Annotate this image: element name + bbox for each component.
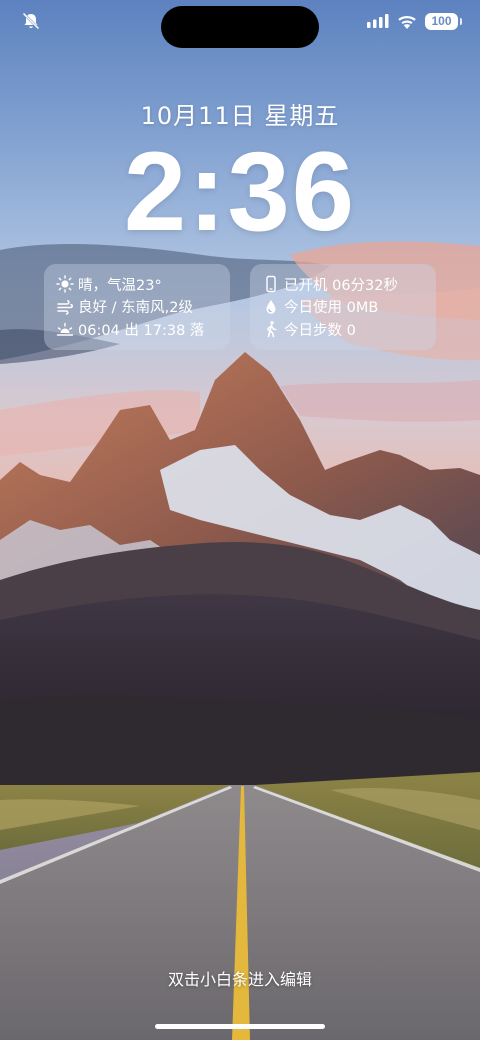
uptime-text: 已开机 06分32秒 (284, 277, 399, 294)
dynamic-island (161, 6, 319, 48)
home-indicator-bar[interactable] (155, 1024, 325, 1029)
weather-widget[interactable]: 晴，气温23° 良好 / 东南风,2级 06:04 出 17:38 落 (44, 264, 230, 350)
cellular-signal-icon (367, 14, 389, 28)
uptime-row: 已开机 06分32秒 (262, 273, 426, 296)
walking-icon (267, 321, 277, 338)
wind-icon (57, 299, 73, 315)
battery-level: 100 (431, 13, 452, 28)
data-usage-row: 今日使用 0MB (262, 296, 426, 319)
data-usage-text: 今日使用 0MB (284, 300, 379, 317)
water-drop-icon (266, 299, 276, 314)
sun-icon (56, 275, 74, 293)
weather-condition-row: 晴，气温23° (56, 273, 220, 296)
weather-sun-row: 06:04 出 17:38 落 (56, 318, 220, 341)
weather-wind-text: 良好 / 东南风,2级 (78, 300, 193, 317)
weather-wind-row: 良好 / 东南风,2级 (56, 296, 220, 319)
status-indicators: 100 (367, 11, 462, 31)
steps-text: 今日步数 0 (284, 322, 356, 339)
bell-slash-icon (22, 12, 40, 30)
lock-date: 10月11日 星期五 (140, 102, 340, 130)
weather-condition-text: 晴，气温23° (78, 277, 162, 294)
sunrise-icon (56, 323, 74, 336)
device-stats-widget[interactable]: 已开机 06分32秒 今日使用 0MB 今日步数 0 (250, 264, 436, 350)
weather-sun-text: 06:04 出 17:38 落 (78, 322, 205, 339)
edit-hint: 双击小白条进入编辑 (167, 970, 312, 989)
steps-row: 今日步数 0 (262, 318, 426, 341)
battery-indicator: 100 (425, 12, 462, 30)
wifi-icon (398, 15, 416, 29)
status-bar: 100 (0, 0, 480, 48)
lock-time[interactable]: 2:36 (0, 128, 480, 256)
phone-icon (266, 276, 276, 293)
